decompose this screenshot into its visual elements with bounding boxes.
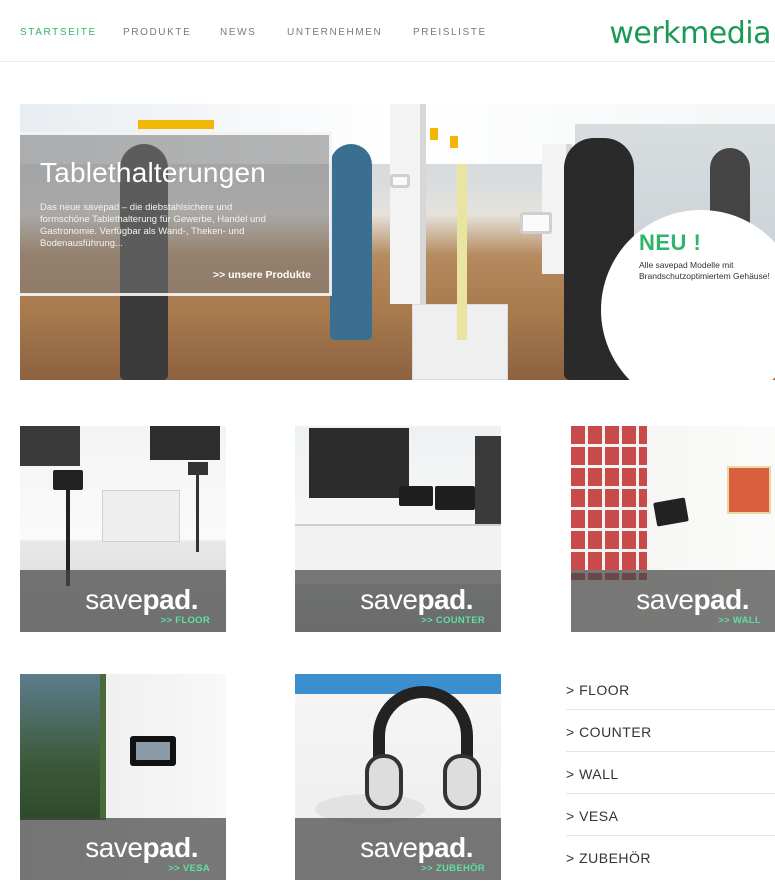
new-badge-title: NEU ! <box>639 230 702 255</box>
brand-prefix: save <box>360 584 418 615</box>
hero-stand-pole <box>457 164 467 340</box>
link-zubehoer[interactable]: > ZUBEHÖR <box>566 836 775 878</box>
hero-tablet <box>390 174 410 188</box>
floor-stand-pole <box>196 472 199 552</box>
savepad-brand: savepad. <box>360 584 473 616</box>
nav-news[interactable]: NEWS <box>220 27 256 38</box>
link-vesa[interactable]: > VESA <box>566 794 775 836</box>
tile-wall-label: >> WALL <box>718 615 761 626</box>
wall-painting <box>727 466 771 514</box>
savepad-brand: savepad. <box>360 832 473 864</box>
hero-caption-box: Tablethalterungen Das neue savepad – die… <box>20 132 332 296</box>
tile-vesa-label: >> VESA <box>168 863 210 874</box>
top-navigation: STARTSEITE PRODUKTE NEWS UNTERNEHMEN PRE… <box>0 0 775 62</box>
nav-unternehmen[interactable]: UNTERNEHMEN <box>287 27 382 38</box>
tile-floor-label: >> FLOOR <box>160 615 210 626</box>
tile-wall[interactable]: savepad. >> WALL <box>571 426 775 632</box>
headphone-ear-cup <box>365 754 403 810</box>
ceiling-light <box>295 674 501 694</box>
brand-suffix: pad. <box>142 832 198 863</box>
display-table <box>102 490 180 542</box>
hero-visitor <box>330 144 372 340</box>
hero-title: Tablethalterungen <box>40 157 267 188</box>
hero-tablet <box>520 212 552 234</box>
link-counter[interactable]: > COUNTER <box>566 710 775 752</box>
hero-sign <box>430 128 438 140</box>
brand-suffix: pad. <box>142 584 198 615</box>
hero-sign <box>138 120 214 129</box>
tile-counter-label: >> COUNTER <box>421 615 485 626</box>
tile-zubehoer[interactable]: savepad. >> ZUBEHÖR <box>295 674 501 880</box>
brand-prefix: save <box>636 584 694 615</box>
werkmedia-logo[interactable]: werkmedia <box>609 16 771 51</box>
headphone-ear-cup <box>443 754 481 810</box>
hero-banner[interactable]: Tablethalterungen Das neue savepad – die… <box>20 104 775 380</box>
brand-prefix: save <box>85 832 143 863</box>
hero-description: Das neue savepad – die diebstahlsichere … <box>40 202 266 249</box>
counter-tablet <box>399 486 433 506</box>
nav-produkte[interactable]: PRODUKTE <box>123 27 191 38</box>
clothing-rack <box>20 426 80 466</box>
products-link[interactable]: >> unsere Produkte <box>213 269 311 281</box>
wall-tablet <box>653 497 689 527</box>
tile-zubehoer-label: >> ZUBEHÖR <box>421 863 485 874</box>
brand-suffix: pad. <box>417 584 473 615</box>
product-link-list: > FLOOR > COUNTER > WALL > VESA > ZUBEHÖ… <box>566 668 775 878</box>
landscape-painting <box>20 674 106 820</box>
brand-suffix: pad. <box>693 584 749 615</box>
brand-suffix: pad. <box>417 832 473 863</box>
tile-floor[interactable]: savepad. >> FLOOR <box>20 426 226 632</box>
new-badge-text: Alle savepad Modelle mit Brandschutzopti… <box>639 260 770 281</box>
link-wall[interactable]: > WALL <box>566 752 775 794</box>
painting-grid-gaps <box>571 426 647 580</box>
hero-pillar <box>390 104 426 304</box>
nav-startseite[interactable]: STARTSEITE <box>20 27 97 38</box>
counter-tablet <box>435 486 475 510</box>
savepad-brand: savepad. <box>85 584 198 616</box>
savepad-brand: savepad. <box>85 832 198 864</box>
clothing-rack <box>309 428 409 498</box>
tile-vesa[interactable]: savepad. >> VESA <box>20 674 226 880</box>
savepad-brand: savepad. <box>636 584 749 616</box>
brand-prefix: save <box>85 584 143 615</box>
brand-prefix: save <box>360 832 418 863</box>
floor-stand-tablet <box>188 462 208 475</box>
hero-sign <box>450 136 458 148</box>
vesa-tablet-screen <box>136 742 170 760</box>
shelf <box>475 436 501 526</box>
clothing-rack <box>150 426 220 460</box>
link-floor[interactable]: > FLOOR <box>566 668 775 710</box>
nav-preisliste[interactable]: PREISLISTE <box>413 27 487 38</box>
floor-stand-tablet <box>53 470 83 490</box>
tile-counter[interactable]: savepad. >> COUNTER <box>295 426 501 632</box>
